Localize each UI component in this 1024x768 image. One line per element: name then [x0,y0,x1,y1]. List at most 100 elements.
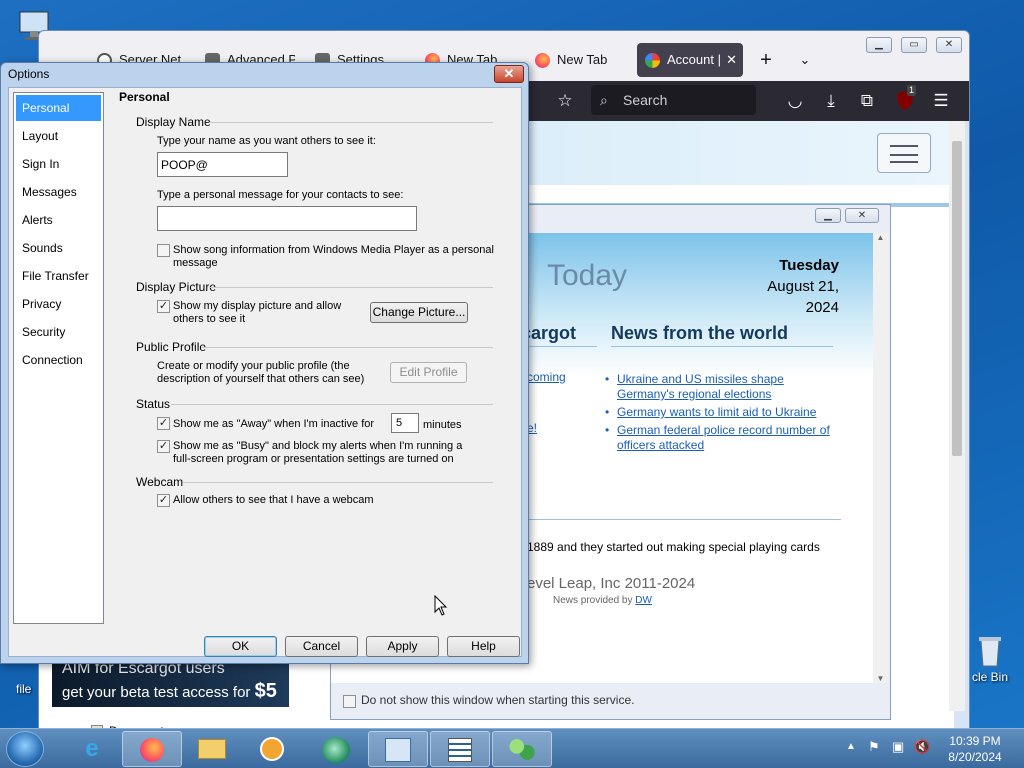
taskbar-firefox[interactable] [122,731,182,767]
tab-account[interactable]: Account | ✕ [637,43,743,77]
media-player-icon [260,737,284,761]
message-label: Type a personal message for your contact… [157,189,404,201]
menu-hamburger-icon[interactable]: ☰ [929,89,953,113]
taskbar-notepad[interactable] [430,731,490,767]
minimize-button[interactable]: ▁ [866,37,892,53]
page-scrollbar[interactable] [949,121,965,711]
dialog-close-button[interactable]: ✕ [494,65,524,83]
date-month-day: August 21, [767,278,839,295]
away-checkbox[interactable]: ✓ [157,417,170,430]
song-info-label-line2: message [173,257,218,269]
taskbar-ie[interactable]: e [62,731,122,767]
nav-item-sounds[interactable]: Sounds [16,235,101,261]
personal-message-input[interactable] [157,206,417,231]
network-icon[interactable]: ▣ [892,739,904,755]
help-button[interactable]: Help [447,636,520,657]
song-info-label: Show song information from Windows Media… [173,244,494,270]
news-link[interactable]: Ukraine and US missiles shape Germany's … [617,372,784,401]
control-panel-icon [385,738,411,762]
tab-label: New Tab [557,52,608,67]
date-year: 2024 [805,299,839,316]
extensions-icon[interactable]: ⧉ [855,89,879,113]
section-divider [201,347,493,348]
nav-item-file-transfer[interactable]: File Transfer [16,263,101,289]
bookmark-star-icon[interactable]: ☆ [553,89,577,113]
escargot-messenger-icon [322,737,350,763]
nav-item-messages[interactable]: Messages [16,179,101,205]
nav-item-connection[interactable]: Connection [16,347,101,373]
busy-checkbox[interactable]: ✓ [157,440,170,453]
news-item: • Germany wants to limit aid to Ukraine [605,405,817,419]
nav-item-personal[interactable]: Personal [16,95,101,121]
taskbar-media-player[interactable] [242,731,302,767]
dialog-body: Personal Layout Sign In Messages Alerts … [8,87,522,657]
news-link[interactable]: Germany wants to limit aid to Ukraine [617,405,816,419]
nav-item-sign-in[interactable]: Sign In [16,151,101,177]
window-close-button[interactable]: ✕ [936,37,962,53]
nav-item-alerts[interactable]: Alerts [16,207,101,233]
profile-description: Create or modify your public profile (th… [157,360,364,386]
tab-new-tab-2[interactable]: New Tab [527,43,627,77]
taskbar-control-panel[interactable] [368,731,428,767]
world-news-title: News from the world [611,323,833,347]
start-orb-icon[interactable] [6,731,44,767]
section-display-picture: Display Picture [136,280,217,294]
mouse-cursor-icon [434,595,448,616]
today-scrollbar[interactable]: ▲ ▼ [873,233,888,683]
aim-ad-banner[interactable]: AIM for Escargot users get your beta tes… [52,660,289,707]
change-picture-button[interactable]: Change Picture... [370,302,468,323]
tray-expand-icon[interactable]: ▲ [846,741,856,752]
action-center-flag-icon[interactable]: ⚑ [868,739,880,755]
nav-item-layout[interactable]: Layout [16,123,101,149]
busy-label-line2: full-screen program or presentation sett… [173,453,454,465]
tab-close-icon[interactable]: ✕ [726,43,737,77]
display-name-input[interactable] [157,152,288,177]
taskbar-explorer[interactable] [182,731,242,767]
edit-profile-button[interactable]: Edit Profile [390,362,467,383]
scroll-down-icon[interactable]: ▼ [873,674,888,683]
maximize-button[interactable]: ▭ [901,37,927,53]
desktop-icon-label: cle Bin [971,670,1009,684]
news-link[interactable]: German federal police record number of o… [617,423,830,452]
escargot-news-link-1[interactable]: coming [527,370,566,384]
nav-item-security[interactable]: Security [16,319,101,345]
ok-button[interactable]: OK [204,636,277,657]
page-menu-button[interactable] [877,133,931,173]
tab-list-chevron-icon[interactable]: ⌄ [791,43,819,77]
section-public-profile: Public Profile [136,340,207,354]
song-info-checkbox[interactable] [157,244,170,257]
scroll-thumb[interactable] [952,141,962,456]
pocket-icon[interactable]: ◡ [783,89,807,113]
options-dialog: Options ✕ Personal Layout Sign In Messag… [0,62,529,664]
downloads-icon[interactable]: ⤓ [819,89,843,113]
escargot-news-title: cargot [521,323,597,347]
today-minimize-button[interactable]: ▁ [815,208,841,223]
ublock-icon[interactable]: 1 [893,85,917,113]
clock[interactable]: 10:39 PM 8/20/2024 [940,733,1010,765]
taskbar-messenger[interactable] [492,731,552,767]
show-picture-label-line1: Show my display picture and allow [173,300,342,312]
away-minutes-input[interactable] [391,413,419,433]
today-close-button[interactable]: ✕ [845,208,879,223]
new-tab-button[interactable]: + [751,43,781,77]
apply-button[interactable]: Apply [366,636,439,657]
news-provider: News provided by DW [553,595,652,606]
search-box[interactable]: ⌕ Search [591,85,756,115]
name-label: Type your name as you want others to see… [157,135,376,147]
nav-item-privacy[interactable]: Privacy [16,291,101,317]
options-nav: Personal Layout Sign In Messages Alerts … [13,92,104,624]
section-divider [209,122,493,123]
desktop-icon-label: file [16,682,32,696]
scroll-up-icon[interactable]: ▲ [873,233,888,242]
taskbar-escargot[interactable] [306,731,366,767]
news-item: • Ukraine and US missiles shape Germany's… [605,372,784,401]
cancel-button[interactable]: Cancel [285,636,358,657]
webcam-checkbox[interactable]: ✓ [157,494,170,507]
provider-link[interactable]: DW [635,595,652,606]
search-icon: ⌕ [600,92,608,108]
world-news-list: • Ukraine and US missiles shape Germany's… [603,372,837,453]
dont-show-checkbox[interactable] [343,695,356,708]
show-picture-checkbox[interactable]: ✓ [157,300,170,313]
copyright-text: evel Leap, Inc 2011-2024 [527,575,696,592]
volume-muted-icon[interactable]: 🔇 [914,739,930,755]
